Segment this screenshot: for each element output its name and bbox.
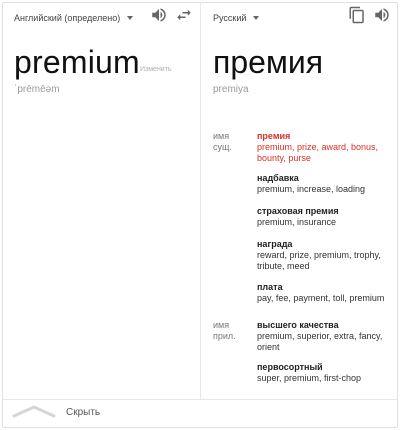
target-transliteration: premiya	[213, 84, 249, 95]
entry-term[interactable]: страховая премия	[257, 206, 387, 217]
entry-synonyms[interactable]: premium, insurance	[257, 217, 387, 228]
target-word: премия	[213, 44, 324, 80]
entry-synonyms[interactable]: super, premium, first-chop	[257, 373, 387, 384]
entry-synonyms[interactable]: reward, prize, premium, trophy, tribute,…	[257, 250, 387, 272]
target-language-label: Русский	[213, 13, 247, 23]
swap-icon[interactable]	[175, 6, 193, 24]
target-speaker-icon[interactable]	[373, 6, 391, 24]
source-speaker-icon[interactable]	[150, 6, 168, 24]
chevron-up-icon[interactable]	[12, 404, 56, 418]
chevron-down-icon	[127, 16, 134, 20]
source-word: premium	[14, 44, 140, 80]
pos-label-adjective: имя прил.	[213, 320, 236, 341]
source-language-select[interactable]: Английский (определено)	[14, 10, 134, 26]
entry-term[interactable]: высшего качества	[257, 320, 387, 331]
entry-term[interactable]: плата	[257, 282, 387, 293]
copy-icon[interactable]	[348, 6, 366, 24]
entry-term[interactable]: первосортный	[257, 362, 387, 373]
hide-button[interactable]: Скрыть	[66, 407, 100, 418]
target-language-select[interactable]: Русский	[213, 10, 260, 26]
entry-synonyms[interactable]: premium, prize, award, bonus, bounty, pu…	[257, 142, 387, 164]
edit-link[interactable]: Изменить	[140, 66, 172, 73]
dictionary-entry[interactable]: первосортный super, premium, first-chop	[257, 362, 387, 384]
source-language-label: Английский (определено)	[14, 13, 121, 23]
entry-synonyms[interactable]: pay, fee, payment, toll, premium	[257, 293, 387, 304]
dictionary-entry[interactable]: премия premium, prize, award, bonus, bou…	[257, 131, 387, 164]
entry-term[interactable]: надбавка	[257, 173, 387, 184]
column-divider	[200, 2, 201, 399]
dictionary-entry[interactable]: награда reward, prize, premium, trophy, …	[257, 239, 387, 272]
entry-synonyms[interactable]: premium, increase, loading	[257, 184, 387, 195]
footer-divider	[2, 399, 398, 400]
entry-synonyms[interactable]: premium, superior, extra, fancy, orient	[257, 331, 387, 353]
pos-label-noun: имя сущ.	[213, 131, 232, 152]
entry-term[interactable]: награда	[257, 239, 387, 250]
entry-term[interactable]: премия	[257, 131, 387, 142]
dictionary-entry[interactable]: плата pay, fee, payment, toll, premium	[257, 282, 387, 304]
dictionary-entry[interactable]: страховая премия premium, insurance	[257, 206, 387, 228]
source-transcription: ˈprēmēəm	[14, 84, 60, 95]
dictionary-entry[interactable]: высшего качества premium, superior, extr…	[257, 320, 387, 353]
chevron-down-icon	[253, 16, 260, 20]
dictionary-entry[interactable]: надбавка premium, increase, loading	[257, 173, 387, 195]
